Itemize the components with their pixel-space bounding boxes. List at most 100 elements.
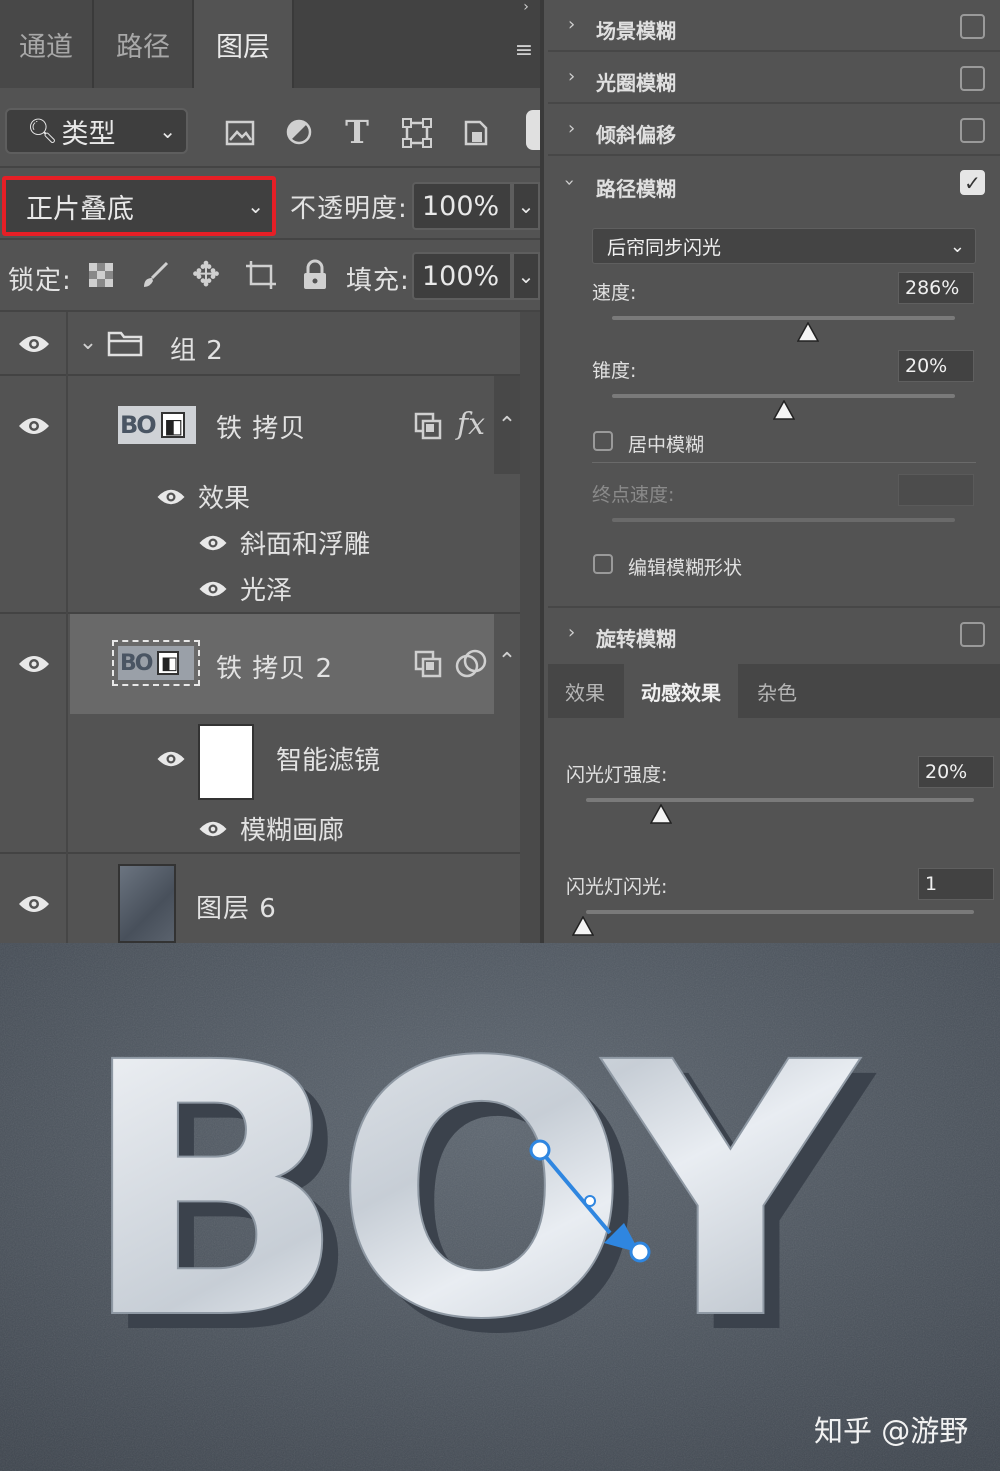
section-checkbox[interactable] [960, 14, 985, 39]
group-name[interactable]: 组 2 [170, 330, 224, 367]
taper-input[interactable]: 20% [898, 350, 974, 382]
filter-blur-gallery[interactable]: 模糊画廊 [240, 810, 344, 847]
lock-transparent-icon[interactable] [86, 260, 116, 290]
layer-row-iron-copy[interactable]: BO ◧ 铁 拷贝 fx ⌃ 效果 斜面和浮雕 光泽 [0, 376, 540, 614]
opacity-label: 不透明度: [290, 194, 408, 224]
speed-slider-track[interactable] [612, 316, 955, 320]
effect-bevel-emboss[interactable]: 斜面和浮雕 [240, 524, 370, 561]
strobe-strength-slider-track[interactable] [586, 798, 974, 802]
eye-icon[interactable] [18, 334, 50, 354]
speed-slider-handle[interactable] [796, 321, 820, 342]
effects-panel: 效果 动感效果 杂色 闪光灯强度: 20% 闪光灯闪光: 1 [548, 664, 1000, 943]
lock-row: 锁定: ✥ 填充: 100% ⌄ [0, 240, 540, 312]
document-canvas[interactable]: BOY BOY [0, 943, 1000, 1471]
centered-blur-checkbox[interactable] [593, 431, 613, 451]
chevron-right-icon[interactable]: › [568, 118, 575, 139]
end-speed-slider-track[interactable] [612, 518, 955, 522]
eye-icon[interactable] [156, 488, 186, 506]
layer-thumbnail[interactable]: BO ◧ [112, 640, 200, 686]
panel-menu-icon[interactable]: ≡ [512, 38, 536, 63]
eye-icon[interactable] [198, 534, 228, 552]
path-blur-mode-select[interactable]: 后帘同步闪光 ⌄ [592, 228, 976, 264]
eye-icon[interactable] [198, 580, 228, 598]
layer-name[interactable]: 铁 拷贝 2 [216, 648, 333, 685]
strobe-flashes-slider-track[interactable] [586, 910, 974, 914]
eye-icon[interactable] [18, 416, 50, 436]
collapse-arrow-icon[interactable]: › [516, 0, 536, 15]
fx-icon[interactable]: fx [454, 406, 488, 442]
opacity-input[interactable]: 100% [412, 182, 512, 230]
eye-icon[interactable] [18, 894, 50, 914]
strobe-strength-input[interactable]: 20% [918, 756, 994, 788]
chevron-down-icon: ⌄ [159, 119, 176, 143]
tab-paths[interactable]: 路径 [94, 0, 194, 88]
effects-label[interactable]: 效果 [198, 478, 250, 515]
strobe-flashes-slider-handle[interactable] [571, 915, 595, 936]
blend-mode-select[interactable]: 正片叠底 ⌄ [2, 176, 276, 236]
scrollbar[interactable] [520, 312, 540, 943]
chevron-right-icon[interactable]: › [568, 66, 575, 87]
tab-motion-effects[interactable]: 动感效果 [624, 664, 738, 718]
section-field-blur[interactable]: › 场景模糊 [548, 0, 1000, 52]
mode-value: 后帘同步闪光 [607, 236, 722, 259]
strobe-flashes-input[interactable]: 1 [918, 868, 994, 900]
visibility-cell [0, 376, 68, 614]
shape-filter-icon[interactable] [400, 116, 434, 150]
speed-input[interactable]: 286% [898, 272, 974, 304]
fill-input[interactable]: 100% [412, 252, 512, 300]
filter-toggle-icon[interactable] [526, 110, 540, 150]
edit-blur-shape-label: 编辑模糊形状 [628, 557, 743, 579]
end-speed-input[interactable] [898, 474, 974, 506]
lock-move-icon[interactable]: ✥ [188, 255, 224, 295]
chevron-down-icon[interactable]: ⌄ [76, 330, 100, 355]
chevron-down-icon[interactable]: › [559, 179, 580, 186]
edit-blur-shape-checkbox[interactable] [593, 554, 613, 574]
adjustment-filter-icon[interactable] [283, 116, 315, 148]
lock-all-icon[interactable] [300, 257, 330, 293]
eye-icon[interactable] [18, 654, 50, 674]
section-spin-blur[interactable]: › 旋转模糊 [548, 608, 1000, 660]
layer-thumbnail[interactable] [118, 864, 176, 943]
collapse-effects-icon[interactable]: ⌃ [494, 376, 520, 474]
section-tilt-shift[interactable]: › 倾斜偏移 [548, 104, 1000, 156]
opacity-dropdown[interactable]: ⌄ [512, 182, 540, 230]
eye-icon[interactable] [156, 750, 186, 768]
tab-noise[interactable]: 杂色 [740, 664, 814, 718]
layer-row-group[interactable]: ⌄ 组 2 [0, 312, 540, 376]
collapse-filters-icon[interactable]: ⌃ [496, 646, 518, 676]
smart-object-filter-icon[interactable] [460, 116, 492, 150]
type-filter-icon[interactable]: T [340, 113, 374, 151]
section-iris-blur[interactable]: › 光圈模糊 [548, 52, 1000, 104]
effect-satin[interactable]: 光泽 [240, 570, 292, 607]
chevron-right-icon[interactable]: › [568, 14, 575, 35]
layer-row-layer-6[interactable]: 图层 6 [0, 854, 540, 943]
section-checkbox[interactable] [960, 622, 985, 647]
filter-kind-select[interactable]: 🔍︎ 类型 ⌄ [5, 108, 188, 154]
section-checkbox[interactable]: ✓ [960, 170, 985, 195]
section-path-blur: › 路径模糊 ✓ 后帘同步闪光 ⌄ 速度: 286% 锥度: 20% 居中模糊 … [548, 156, 1000, 608]
tab-layers[interactable]: 图层 [194, 0, 294, 88]
strobe-strength-slider-handle[interactable] [649, 803, 673, 824]
effects-tab-bar: 效果 动感效果 杂色 [548, 664, 1000, 718]
section-checkbox[interactable] [960, 66, 985, 91]
lock-artboard-icon[interactable] [243, 258, 279, 292]
image-filter-icon[interactable] [223, 118, 257, 148]
lock-paint-icon[interactable] [138, 258, 172, 292]
tab-channels[interactable]: 通道 [0, 0, 94, 88]
layer-row-iron-copy-2[interactable]: BO ◧ 铁 拷贝 2 ⌃ 智能滤镜 模糊画廊 [0, 614, 540, 854]
blur-path-arrow[interactable] [0, 943, 1000, 1471]
taper-slider-track[interactable] [612, 394, 955, 398]
tab-effects[interactable]: 效果 [548, 664, 622, 718]
chevron-right-icon[interactable]: › [568, 622, 575, 643]
smart-filter-indicator-icon[interactable] [454, 648, 488, 680]
section-checkbox[interactable] [960, 118, 985, 143]
layer-thumbnail[interactable]: BO ◧ [118, 406, 196, 444]
layer-name[interactable]: 铁 拷贝 [216, 408, 306, 445]
end-speed-label: 终点速度: [592, 484, 675, 506]
layer-name[interactable]: 图层 6 [196, 888, 277, 925]
fill-dropdown[interactable]: ⌄ [512, 252, 540, 300]
filter-mask-thumbnail[interactable] [198, 724, 254, 800]
taper-slider-handle[interactable] [772, 399, 796, 420]
eye-icon[interactable] [198, 820, 228, 838]
smart-filter-label[interactable]: 智能滤镜 [276, 740, 380, 777]
